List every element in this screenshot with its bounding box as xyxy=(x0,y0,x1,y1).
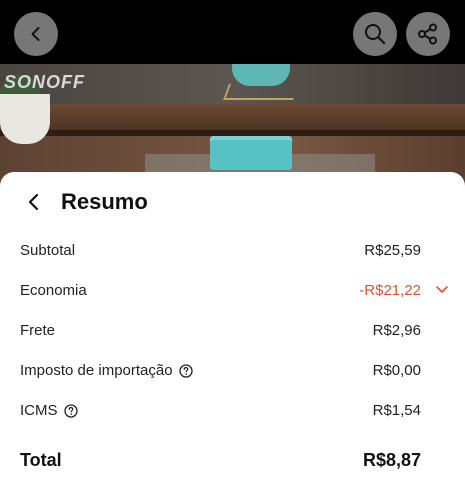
total-label: Total xyxy=(20,450,62,470)
search-button[interactable] xyxy=(353,12,397,56)
product-image-area: SONOFF xyxy=(0,0,465,200)
summary-row-economia[interactable]: Economia -R$21,22 xyxy=(0,278,465,304)
row-label-container: ICMS xyxy=(20,402,78,419)
back-icon xyxy=(31,27,40,41)
row-value: R$2,96 xyxy=(372,322,421,339)
search-icon xyxy=(365,24,386,45)
row-label: Economia xyxy=(20,282,87,299)
summary-title: Resumo xyxy=(61,189,148,214)
chevron-down-icon[interactable] xyxy=(435,284,449,296)
row-label: ICMS xyxy=(20,402,58,419)
row-value: R$25,59 xyxy=(364,242,421,259)
row-value: R$0,00 xyxy=(372,362,421,379)
summary-sheet: Resumo Subtotal R$25,59 Economia -R$21,2… xyxy=(0,172,465,500)
row-value-discount: -R$21,22 xyxy=(359,282,421,299)
row-label: Imposto de importação xyxy=(20,362,173,379)
share-button[interactable] xyxy=(406,12,450,56)
summary-back-button[interactable] xyxy=(22,190,46,214)
photo-lamp xyxy=(232,64,290,86)
row-label: Subtotal xyxy=(20,242,76,259)
row-value: R$1,54 xyxy=(372,402,421,419)
total-value: R$8,87 xyxy=(362,450,421,470)
chevron-left-icon xyxy=(28,193,39,211)
summary-row-icms: ICMS R$1,54 xyxy=(0,398,465,424)
brand-watermark: SONOFF xyxy=(4,72,85,92)
summary-row-frete: Frete R$2,96 xyxy=(0,318,465,344)
share-icon xyxy=(418,23,437,45)
photo-device xyxy=(210,140,292,170)
row-label-container: Imposto de importação xyxy=(20,362,193,379)
summary-row-imposto: Imposto de importação R$0,00 xyxy=(0,358,465,384)
photo-lamp-stand xyxy=(223,84,299,100)
photo-pot xyxy=(0,94,50,144)
help-icon[interactable] xyxy=(178,363,193,378)
row-label: Frete xyxy=(20,322,56,339)
summary-row-subtotal: Subtotal R$25,59 xyxy=(0,238,465,264)
summary-header: Resumo xyxy=(0,184,465,220)
photo-shelf xyxy=(0,104,465,132)
help-icon[interactable] xyxy=(63,403,78,418)
back-button[interactable] xyxy=(14,12,58,56)
